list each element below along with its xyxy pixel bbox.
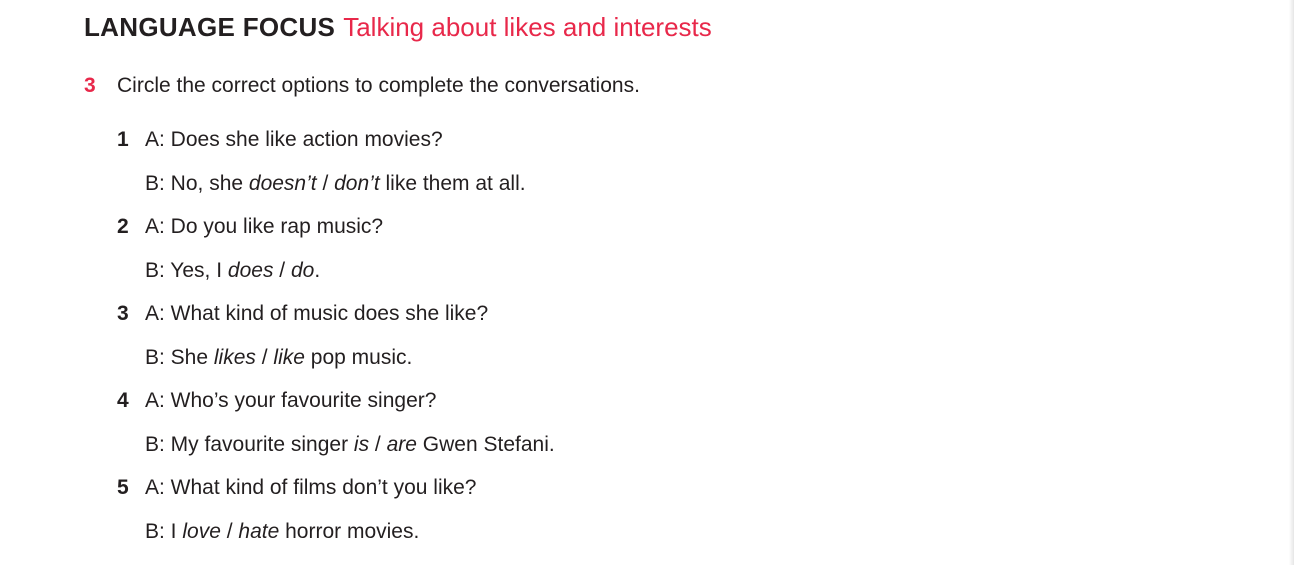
line-b-text-before: B: No, she (145, 172, 249, 195)
item-number: 4 (117, 389, 129, 412)
line-b-text-after: horror movies. (279, 520, 420, 543)
line-a-text: A: Who’s your favourite singer? (145, 389, 437, 412)
item-5-line-a: 5 A: What kind of films don’t you like? (117, 476, 477, 500)
line-b-text-before: B: I (145, 520, 183, 543)
option-1[interactable]: likes (214, 346, 256, 369)
worksheet-page: LANGUAGE FOCUS Talking about likes and in… (0, 0, 1294, 565)
heading-subtitle: Talking about likes and interests (343, 12, 712, 42)
item-number: 2 (117, 215, 129, 238)
item-5-line-b: B: I love / hate horror movies. (145, 520, 419, 544)
option-separator: / (369, 433, 387, 456)
option-2[interactable]: hate (238, 520, 279, 543)
line-b-text-after: . (314, 259, 321, 282)
item-2-line-a: 2 A: Do you like rap music? (117, 215, 384, 239)
option-1[interactable]: doesn’t (249, 172, 317, 195)
item-4-line-b: B: My favourite singer is / are Gwen Ste… (145, 433, 555, 457)
exercise-number: 3 (84, 74, 96, 97)
exercise-instruction: 3 Circle the correct options to complete … (84, 74, 640, 98)
heading-title: LANGUAGE FOCUS (84, 12, 336, 42)
option-2[interactable]: do (291, 259, 314, 282)
item-number: 1 (117, 128, 129, 151)
line-b-text-before: B: She (145, 346, 214, 369)
option-1[interactable]: does (228, 259, 274, 282)
item-3-line-a: 3 A: What kind of music does she like? (117, 302, 489, 326)
item-1-line-a: 1 A: Does she like action movies? (117, 128, 443, 152)
item-number: 5 (117, 476, 129, 499)
option-2[interactable]: are (387, 433, 417, 456)
item-number: 3 (117, 302, 129, 325)
line-b-text-after: pop music. (304, 346, 413, 369)
line-a-text: A: Does she like action movies? (145, 128, 443, 151)
option-separator: / (273, 259, 291, 282)
option-separator: / (220, 520, 239, 543)
item-3-line-b: B: She likes / like pop music. (145, 346, 412, 370)
section-heading: LANGUAGE FOCUS Talking about likes and in… (84, 12, 712, 43)
option-separator: / (316, 172, 335, 195)
line-a-text: A: Do you like rap music? (145, 215, 384, 238)
option-2[interactable]: don’t (334, 172, 380, 195)
line-b-text-before: B: My favourite singer (145, 433, 354, 456)
option-1[interactable]: is (354, 433, 369, 456)
item-1-line-b: B: No, she doesn’t / don’t like them at … (145, 172, 526, 196)
item-4-line-a: 4 A: Who’s your favourite singer? (117, 389, 437, 413)
item-2-line-b: B: Yes, I does / do. (145, 259, 320, 283)
option-1[interactable]: love (182, 520, 221, 543)
line-b-text-before: B: Yes, I (145, 259, 228, 282)
option-2[interactable]: like (273, 346, 305, 369)
line-b-text-after: like them at all. (379, 172, 526, 195)
page-edge-shadow (1289, 0, 1294, 565)
line-b-text-after: Gwen Stefani. (416, 433, 555, 456)
line-a-text: A: What kind of music does she like? (145, 302, 489, 325)
instruction-text: Circle the correct options to complete t… (117, 74, 640, 97)
option-separator: / (255, 346, 274, 369)
line-a-text: A: What kind of films don’t you like? (145, 476, 477, 499)
